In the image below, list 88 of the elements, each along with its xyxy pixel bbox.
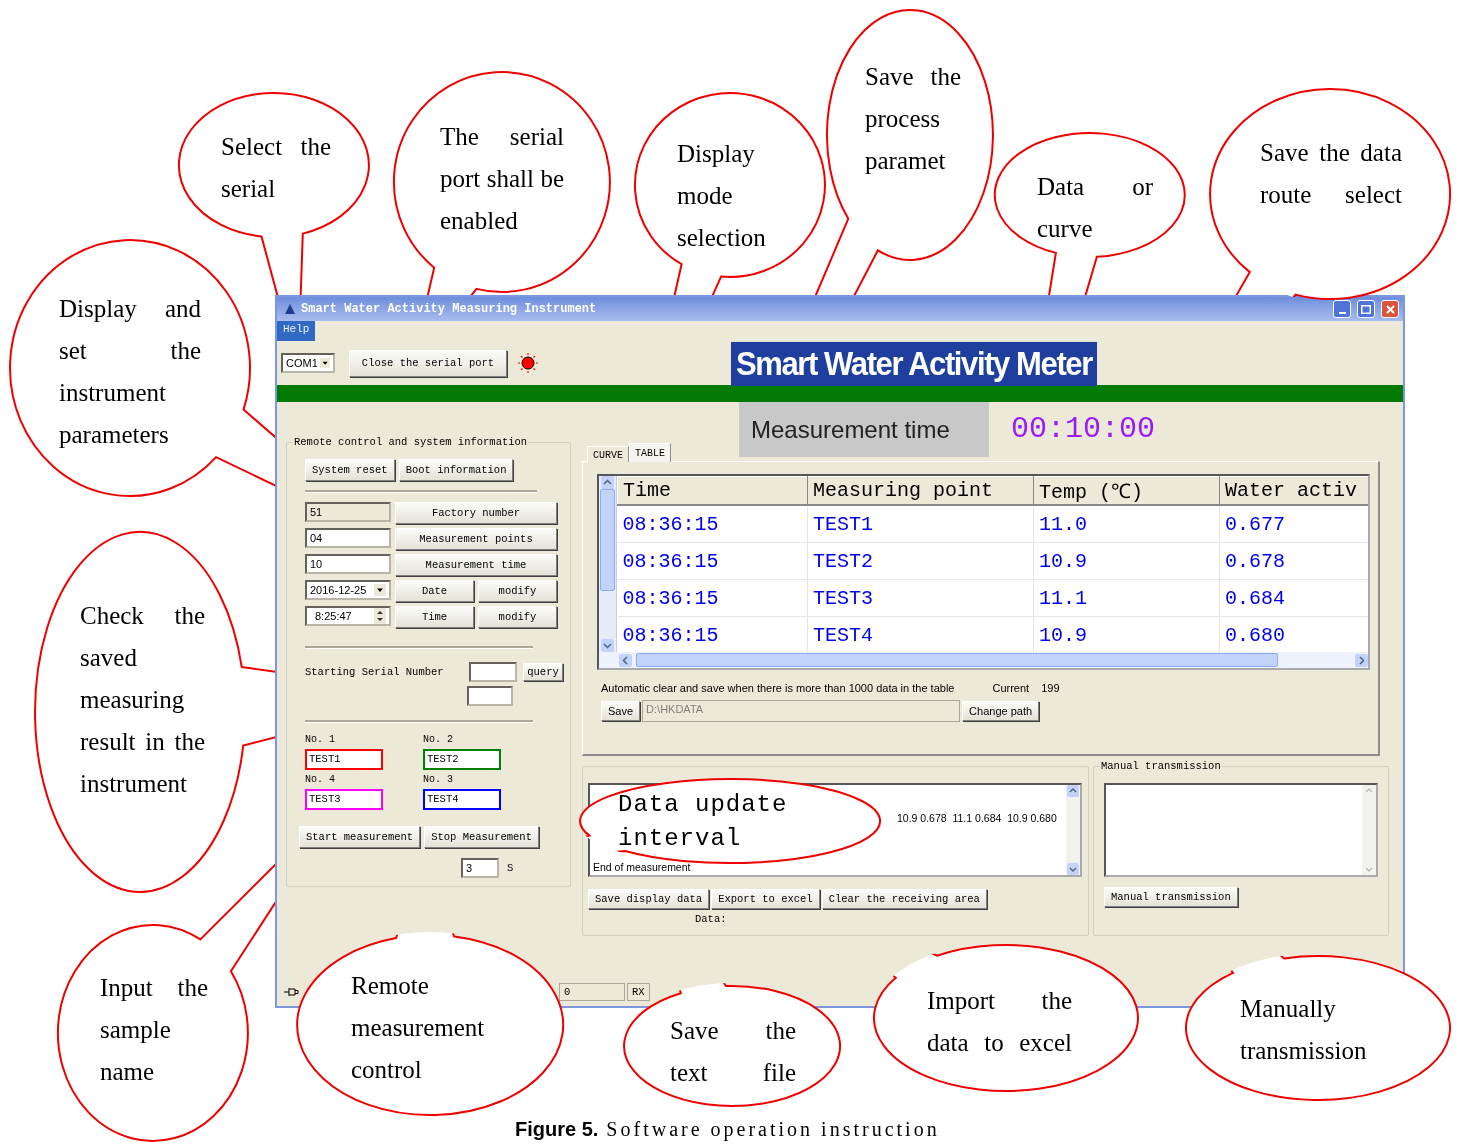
date-picker[interactable]: 2016-12-25: [305, 580, 391, 600]
action-button[interactable]: Date: [395, 580, 474, 602]
field-label: Starting Serial Number: [305, 666, 445, 678]
interval-field[interactable]: 3: [461, 858, 499, 878]
sample-name-field[interactable]: TEST3: [305, 789, 383, 810]
table-cell: TEST3: [807, 579, 1034, 617]
input-field[interactable]: 10: [305, 554, 391, 574]
callout-text: Import the data to excel: [927, 986, 1072, 1058]
close-button[interactable]: [1381, 300, 1399, 318]
vertical-scrollbar[interactable]: [599, 476, 617, 652]
callout-text: Save the process paramet: [865, 62, 961, 176]
close-port-button[interactable]: Close the serial port: [349, 349, 507, 377]
tab[interactable]: TABLE: [629, 443, 672, 462]
transmit-area[interactable]: [1104, 783, 1378, 877]
spinner-arrows-icon: [374, 608, 386, 624]
close-icon: [1385, 304, 1395, 314]
field-label: No. 4: [305, 773, 336, 787]
received-text: 10.9 0.678 11.1 0.684 10.9 0.680: [897, 812, 1058, 824]
scroll-down-icon: [1067, 863, 1079, 875]
minimize-icon: [1338, 312, 1346, 314]
count-label: Current: [992, 682, 1030, 694]
figure-caption: Software operation instruction: [606, 1118, 940, 1141]
change-path-button[interactable]: Change path: [962, 701, 1040, 721]
info-text: Automatic clear and save when there is more than 1000 data in the table: [601, 682, 955, 694]
minimize-button[interactable]: [1333, 300, 1351, 318]
data-label: Data:: [695, 913, 728, 925]
status-field: RX: [627, 983, 650, 1001]
callout-text: The serial port shall be enabled: [440, 122, 564, 236]
table-cell: 0.677: [1219, 505, 1368, 543]
window-title: Smart Water Activity Measuring Instrument: [301, 302, 598, 316]
panel-title: Manual transmission: [1100, 760, 1222, 772]
countdown-time: 00:10:00: [1011, 412, 1156, 446]
table-cell: 0.678: [1219, 542, 1368, 580]
callout-text: Save the data route select: [1260, 138, 1402, 210]
sample-name-field[interactable]: TEST2: [423, 749, 501, 770]
maximize-button[interactable]: [1357, 300, 1375, 318]
scroll-thumb[interactable]: [600, 489, 615, 591]
callout-text: Display and set the instrument parameters: [59, 294, 201, 450]
modify-button[interactable]: modify: [478, 580, 557, 602]
callout-text: Data or curve: [1037, 172, 1153, 244]
callout-text: Select the serial: [221, 132, 331, 204]
scroll-right-icon: [1355, 653, 1368, 667]
action-button[interactable]: Time: [395, 606, 474, 628]
unit-label: S: [507, 862, 514, 874]
callout-text: Check the saved measuring result in the instrument: [80, 601, 205, 799]
port-dropdown[interactable]: COM1: [281, 353, 335, 373]
callout-text: Save the text file: [670, 1016, 796, 1088]
action-button[interactable]: Boot information: [398, 459, 514, 481]
tab[interactable]: CURVE: [587, 446, 629, 462]
count-value: 199: [1041, 682, 1060, 694]
callout-text: Data update interval: [618, 790, 789, 854]
status-field: 0: [559, 983, 625, 1001]
maximize-icon: [1361, 304, 1371, 314]
column-header: Water activ: [1219, 476, 1368, 505]
input-field[interactable]: [467, 686, 513, 706]
action-button[interactable]: Save display data: [588, 889, 710, 909]
field-label: No. 1: [305, 733, 336, 747]
input-field[interactable]: [469, 662, 517, 682]
received-text: End of measurement: [593, 861, 692, 873]
callout-text: Display mode selection: [677, 139, 767, 253]
callout-text: Manually transmission: [1240, 994, 1368, 1066]
action-button[interactable]: Clear the receiving area: [821, 889, 987, 909]
sample-name-field[interactable]: TEST1: [305, 749, 383, 770]
action-button[interactable]: Factory number: [395, 502, 557, 524]
sample-name-field[interactable]: TEST4: [423, 789, 501, 810]
scroll-thumb[interactable]: [636, 653, 1278, 667]
column-header: Measuring point: [807, 476, 1034, 505]
callout-text: Remote measurement control: [351, 971, 486, 1085]
scroll-left-icon: [619, 653, 632, 667]
scroll-up-icon: [601, 476, 614, 489]
modify-button[interactable]: modify: [478, 606, 557, 628]
query-button[interactable]: query: [523, 663, 563, 681]
input-field[interactable]: 04: [305, 528, 391, 548]
figure-label: Figure 5.: [515, 1118, 599, 1141]
panel-title: Remote control and system information: [293, 436, 529, 448]
field-label: No. 2: [423, 733, 454, 747]
field-label: No. 3: [423, 773, 454, 787]
scroll-up-icon: [1067, 785, 1079, 797]
pin-icon: [283, 986, 299, 998]
table-cell: 0.684: [1219, 579, 1368, 617]
callout-text: Input the sample name: [100, 973, 208, 1087]
time-spinner[interactable]: 8:25:47: [305, 606, 391, 626]
stop-button[interactable]: Stop Measurement: [424, 826, 539, 848]
action-button[interactable]: Measurement points: [395, 528, 557, 550]
horizontal-scrollbar[interactable]: [599, 652, 1368, 668]
action-button[interactable]: Measurement time: [395, 554, 557, 576]
scroll-down-icon: [601, 639, 614, 652]
save-button[interactable]: Save: [601, 701, 641, 721]
